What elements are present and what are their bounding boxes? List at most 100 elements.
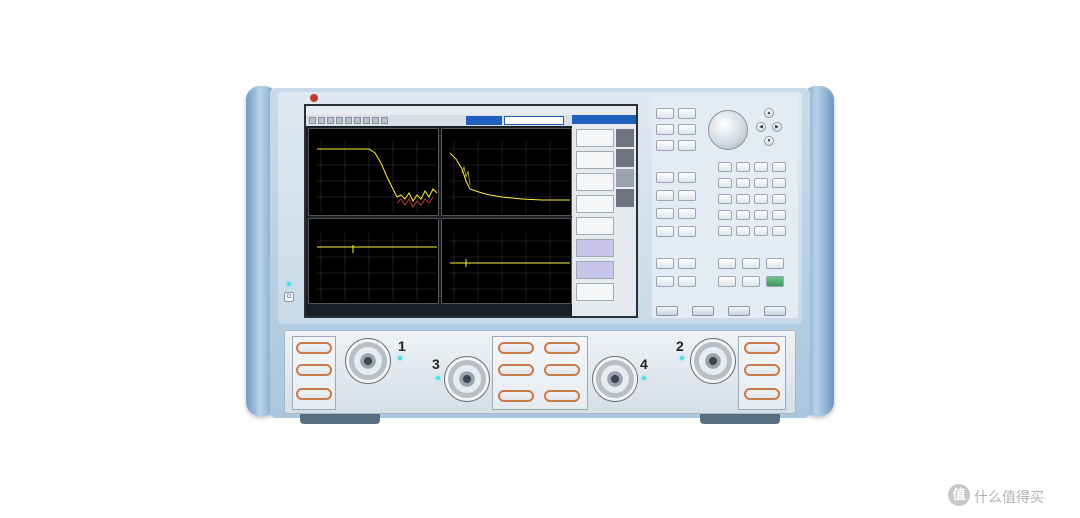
numpad-key[interactable]	[772, 226, 786, 236]
hardkey[interactable]	[656, 258, 674, 269]
port-led-3	[436, 376, 440, 380]
standby-led	[287, 282, 291, 286]
watermark: 值 什么值得买	[948, 484, 1072, 508]
numpad-key[interactable]	[772, 194, 786, 204]
numpad-key[interactable]	[772, 210, 786, 220]
numpad-key[interactable]	[754, 210, 768, 220]
numpad-key[interactable]	[754, 178, 768, 188]
hardkey[interactable]	[742, 258, 760, 269]
numpad-key[interactable]	[772, 162, 786, 172]
port-led-1	[398, 356, 402, 360]
hardkey[interactable]	[678, 124, 696, 135]
jumper-cable	[498, 364, 534, 376]
test-port-2[interactable]	[690, 338, 736, 384]
numpad-key[interactable]	[718, 194, 732, 204]
numpad-key[interactable]	[754, 194, 768, 204]
entry-value	[504, 116, 564, 125]
trace-plot-3	[308, 218, 439, 304]
arrow-left-icon[interactable]: ◀	[756, 122, 766, 132]
numpad-key[interactable]	[718, 210, 732, 220]
test-port-1[interactable]	[345, 338, 391, 384]
entry-field	[466, 116, 566, 125]
softkey[interactable]	[576, 261, 614, 279]
hardkey[interactable]	[656, 172, 674, 183]
bottom-softkey[interactable]	[692, 306, 714, 316]
numpad-key[interactable]	[736, 194, 750, 204]
preset-button[interactable]	[766, 276, 784, 287]
softkey[interactable]	[576, 129, 614, 147]
numpad-key[interactable]	[772, 178, 786, 188]
softkey[interactable]	[576, 151, 614, 169]
numpad-key[interactable]	[736, 178, 750, 188]
hardkey[interactable]	[742, 276, 760, 287]
hardkey[interactable]	[678, 208, 696, 219]
numpad-key[interactable]	[754, 162, 768, 172]
port-led-2	[680, 356, 684, 360]
hardkey[interactable]	[678, 108, 696, 119]
side-tab[interactable]	[616, 189, 634, 207]
hardkey[interactable]	[656, 140, 674, 151]
side-tab-active[interactable]	[616, 169, 634, 187]
bottom-softkey[interactable]	[656, 306, 678, 316]
numpad-key[interactable]	[736, 162, 750, 172]
power-button[interactable]: ⏻	[284, 292, 294, 302]
hardkey[interactable]	[678, 140, 696, 151]
softkey[interactable]	[576, 173, 614, 191]
test-port-3[interactable]	[444, 356, 490, 402]
hardkey[interactable]	[678, 190, 696, 201]
numpad-key[interactable]	[718, 162, 732, 172]
numpad-key[interactable]	[718, 226, 732, 236]
test-port-4[interactable]	[592, 356, 638, 402]
jumper-cable	[498, 390, 534, 402]
numpad-key[interactable]	[718, 178, 732, 188]
network-analyzer-photo: ▲ ◀ ▶ ▼ ⏻ 1 3 4 2 值 什么值得买	[0, 0, 1080, 518]
jumper-cable	[744, 364, 780, 376]
screen-menubar	[306, 106, 636, 115]
hardkey[interactable]	[678, 276, 696, 287]
jumper-cable	[296, 364, 332, 376]
jumper-cable	[296, 388, 332, 400]
softkey[interactable]	[576, 217, 614, 235]
softkey[interactable]	[576, 195, 614, 213]
toolbar-icon	[336, 117, 343, 124]
jumper-cable	[296, 342, 332, 354]
jumper-cable	[544, 342, 580, 354]
trace-plot-2	[441, 128, 572, 216]
bottom-softkey[interactable]	[728, 306, 750, 316]
numpad-key[interactable]	[736, 226, 750, 236]
trace-plot-1-graphic	[317, 141, 438, 213]
trace-plot-4	[441, 218, 572, 304]
bottom-softkey[interactable]	[764, 306, 786, 316]
brand-logo-icon	[310, 94, 318, 102]
hardkey[interactable]	[718, 258, 736, 269]
toolbar-icon	[381, 117, 388, 124]
softkey[interactable]	[576, 239, 614, 257]
numpad-key[interactable]	[754, 226, 768, 236]
hardkey[interactable]	[678, 226, 696, 237]
side-tab[interactable]	[616, 129, 634, 147]
hardkey[interactable]	[678, 258, 696, 269]
hardkey[interactable]	[766, 258, 784, 269]
hardkey[interactable]	[656, 190, 674, 201]
trace-plot-1	[308, 128, 439, 216]
numpad-key[interactable]	[736, 210, 750, 220]
softkey[interactable]	[576, 283, 614, 301]
rotary-knob[interactable]	[708, 110, 748, 150]
arrow-up-icon[interactable]: ▲	[764, 108, 774, 118]
hardkey[interactable]	[656, 108, 674, 119]
hardkey[interactable]	[656, 276, 674, 287]
side-tab[interactable]	[616, 149, 634, 167]
toolbar-icon	[318, 117, 325, 124]
trace-plot-4-graphic	[450, 231, 570, 301]
arrow-down-icon[interactable]: ▼	[764, 136, 774, 146]
hardkey[interactable]	[656, 124, 674, 135]
hardkey[interactable]	[718, 276, 736, 287]
softkey-title	[572, 115, 636, 124]
hardkey[interactable]	[656, 226, 674, 237]
toolbar-icon	[372, 117, 379, 124]
hardkey[interactable]	[678, 172, 696, 183]
port-led-4	[642, 376, 646, 380]
arrow-right-icon[interactable]: ▶	[772, 122, 782, 132]
hardkey[interactable]	[656, 208, 674, 219]
port-label-4: 4	[640, 356, 648, 372]
